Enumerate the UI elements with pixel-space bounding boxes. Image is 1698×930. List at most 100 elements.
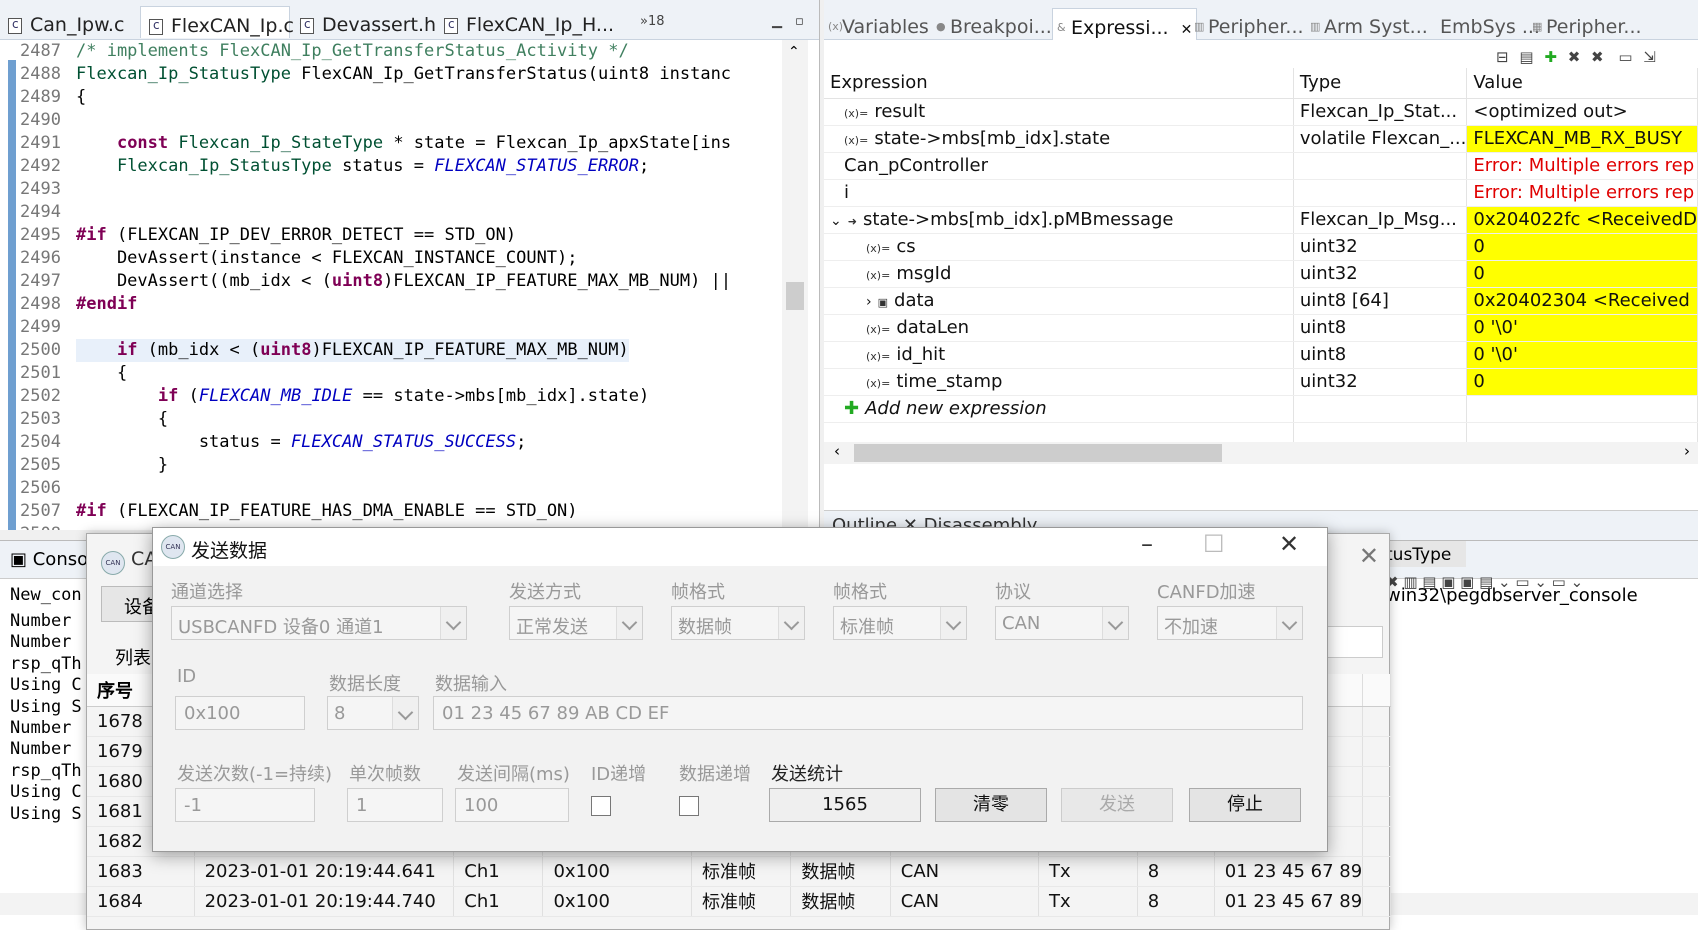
- send-count-input[interactable]: -1: [175, 788, 315, 822]
- add-icon[interactable]: ✚: [1544, 48, 1557, 66]
- code-line[interactable]: 2493: [18, 178, 780, 201]
- code-text[interactable]: {: [76, 362, 127, 385]
- value-cell[interactable]: 0: [1466, 260, 1698, 288]
- code-line[interactable]: 2504 status = FLEXCAN_STATUS_SUCCESS;: [18, 431, 780, 454]
- code-text[interactable]: DevAssert(instance < FLEXCAN_INSTANCE_CO…: [76, 247, 578, 270]
- code-line[interactable]: 2492 Flexcan_Ip_StatusType status = FLEX…: [18, 155, 780, 178]
- clear-button[interactable]: 清零: [935, 788, 1047, 822]
- data-increment-checkbox[interactable]: [679, 796, 699, 816]
- layout-icon[interactable]: ▤: [1519, 48, 1533, 66]
- id-increment-checkbox[interactable]: [591, 796, 611, 816]
- expression-cell[interactable]: (x)= cs: [824, 233, 1294, 261]
- expression-row[interactable]: (x)= result Flexcan_Ip_Stat... <optimized o…: [824, 98, 1698, 126]
- expression-row[interactable]: › ▣ data uint8 [64] 0x20402304 <Received: [824, 287, 1698, 315]
- code-text[interactable]: }: [76, 454, 168, 477]
- frames-per-send-input[interactable]: 1: [347, 788, 443, 822]
- new-view-icon[interactable]: ▭: [1618, 48, 1632, 66]
- expression-row[interactable]: (x)= time_stamp uint32 0: [824, 368, 1698, 396]
- code-line[interactable]: 2498 #endif: [18, 293, 780, 316]
- code-line[interactable]: 2488 Flexcan_Ip_StatusType FlexCAN_Ip_Get…: [18, 63, 780, 86]
- code-editor[interactable]: Can_Ipw.c FlexCAN_Ip.c✕ Devassert.h Flex…: [0, 0, 820, 530]
- code-line[interactable]: 2507 #if (FLEXCAN_IP_FEATURE_HAS_DMA_ENAB…: [18, 500, 780, 523]
- add-expression-label[interactable]: Add new expression: [865, 398, 1047, 419]
- tab-embsys[interactable]: EmbSys ...: [1422, 8, 1544, 40]
- send-mode-select[interactable]: 正常发送: [509, 606, 643, 640]
- code-text[interactable]: {: [76, 408, 168, 431]
- code-text[interactable]: #if (FLEXCAN_IP_DEV_ERROR_DETECT == STD_…: [76, 224, 516, 247]
- canfd-accel-select[interactable]: 不加速: [1157, 606, 1303, 640]
- scroll-thumb[interactable]: [854, 444, 1222, 462]
- status-type-tab[interactable]: tusType: [1386, 541, 1466, 567]
- send-button[interactable]: 发送: [1061, 788, 1173, 822]
- code-line[interactable]: 2502 if (FLEXCAN_MB_IDLE == state->mbs[m…: [18, 385, 780, 408]
- value-cell[interactable]: 0 '\0': [1466, 341, 1698, 369]
- expression-row[interactable]: (x)= msgId uint32 0: [824, 260, 1698, 288]
- expand-down-icon[interactable]: ⌄: [830, 213, 842, 229]
- value-cell[interactable]: FLEXCAN_MB_RX_BUSY: [1466, 125, 1698, 153]
- expression-cell[interactable]: (x)= time_stamp: [824, 368, 1294, 396]
- interval-input[interactable]: 100: [455, 788, 569, 822]
- tab-peripherals[interactable]: ▥ Peripher...: [1190, 8, 1308, 40]
- tab-expressions[interactable]: & Expressi... ✕: [1052, 8, 1198, 40]
- data-length-select[interactable]: 8: [327, 696, 419, 730]
- code-text[interactable]: {: [76, 86, 86, 109]
- close-icon[interactable]: ✕: [1359, 542, 1379, 570]
- stop-button[interactable]: 停止: [1189, 788, 1301, 822]
- column-header-type[interactable]: Type: [1293, 68, 1468, 99]
- code-area[interactable]: 2487 /* implements FlexCAN_Ip_GetTransfer…: [18, 40, 780, 530]
- code-text[interactable]: Flexcan_Ip_StatusType status = FLEXCAN_S…: [76, 155, 649, 178]
- tab-breakpoints[interactable]: ● Breakpoi...: [932, 8, 1056, 40]
- code-text[interactable]: const Flexcan_Ip_StateType * state = Fle…: [76, 132, 731, 155]
- pin-icon[interactable]: ⇲: [1643, 48, 1656, 66]
- expression-row[interactable]: ⌄ ➜ state->mbs[mb_idx].pMBmessage Flexcan_I…: [824, 206, 1698, 234]
- tab-flexcan-ip-h[interactable]: FlexCAN_Ip_H...: [436, 6, 616, 38]
- code-line[interactable]: 2494: [18, 201, 780, 224]
- expression-cell[interactable]: (x)= id_hit: [824, 341, 1294, 369]
- expand-right-icon[interactable]: ›: [866, 294, 872, 310]
- editor-scrollbar[interactable]: ⌃: [782, 40, 808, 530]
- table-row[interactable]: 1684 2023-01-01 20:19:44.740 Ch1 0x100 标准帧 数据…: [87, 886, 1391, 917]
- scroll-left-icon[interactable]: ‹: [834, 442, 840, 460]
- code-text[interactable]: /* implements FlexCAN_Ip_GetTransferStat…: [76, 40, 629, 63]
- minimize-icon[interactable]: ▁: [772, 14, 782, 29]
- close-icon[interactable]: ✕: [1279, 530, 1299, 558]
- code-line[interactable]: 2490: [18, 109, 780, 132]
- maximize-icon[interactable]: ▫: [795, 14, 804, 29]
- code-text[interactable]: DevAssert((mb_idx < (uint8)FLEXCAN_IP_FE…: [76, 270, 731, 293]
- tab-console[interactable]: ▣ Conso: [10, 549, 88, 570]
- expression-cell[interactable]: Can_pController: [824, 152, 1294, 180]
- code-text[interactable]: #endif: [76, 293, 137, 316]
- tab-overflow[interactable]: »18: [640, 14, 665, 29]
- code-line[interactable]: 2501 {: [18, 362, 780, 385]
- column-header-value[interactable]: Value: [1466, 68, 1698, 99]
- expression-row[interactable]: i Error: Multiple errors rep: [824, 179, 1698, 207]
- expression-cell[interactable]: › ▣ data: [824, 287, 1294, 315]
- code-line[interactable]: 2499: [18, 316, 780, 339]
- tab-devassert[interactable]: Devassert.h: [292, 6, 436, 38]
- code-line[interactable]: 2497 DevAssert((mb_idx < (uint8)FLEXCAN_…: [18, 270, 780, 293]
- tab-flexcan-ip[interactable]: FlexCAN_Ip.c✕: [140, 6, 310, 38]
- value-cell[interactable]: <optimized out>: [1466, 98, 1698, 126]
- maximize-icon[interactable]: ☐: [1203, 530, 1225, 558]
- code-line[interactable]: 2489 {: [18, 86, 780, 109]
- expression-cell[interactable]: i: [824, 179, 1294, 207]
- tab-arm-system[interactable]: ▥ Arm Syst...: [1306, 8, 1432, 40]
- remove-icon[interactable]: ✖: [1568, 48, 1581, 66]
- value-cell[interactable]: 0: [1466, 368, 1698, 396]
- expressions-hscrollbar[interactable]: ‹ ›: [824, 442, 1698, 464]
- data-input[interactable]: 01 23 45 67 89 AB CD EF: [433, 696, 1303, 730]
- frame-type-select[interactable]: 数据帧: [671, 606, 805, 640]
- expression-row[interactable]: Can_pController Error: Multiple errors re…: [824, 152, 1698, 180]
- value-cell[interactable]: 0 '\0': [1466, 314, 1698, 342]
- tab-can-ipw[interactable]: Can_Ipw.c: [0, 6, 138, 38]
- code-line[interactable]: 2495 #if (FLEXCAN_IP_DEV_ERROR_DETECT == …: [18, 224, 780, 247]
- code-line[interactable]: 2491 const Flexcan_Ip_StateType * state …: [18, 132, 780, 155]
- column-header-expression[interactable]: Expression: [824, 68, 1294, 99]
- code-text[interactable]: #if (FLEXCAN_IP_FEATURE_HAS_DMA_ENABLE =…: [76, 500, 578, 523]
- scroll-right-icon[interactable]: ›: [1684, 442, 1690, 460]
- collapse-all-icon[interactable]: ⊟: [1496, 48, 1509, 66]
- tab-variables[interactable]: (x) Variables: [824, 8, 933, 40]
- frame-format-select[interactable]: 标准帧: [833, 606, 967, 640]
- code-text[interactable]: Flexcan_Ip_StatusType FlexCAN_Ip_GetTran…: [76, 63, 731, 86]
- expression-cell[interactable]: ⌄ ➜ state->mbs[mb_idx].pMBmessage: [824, 206, 1294, 234]
